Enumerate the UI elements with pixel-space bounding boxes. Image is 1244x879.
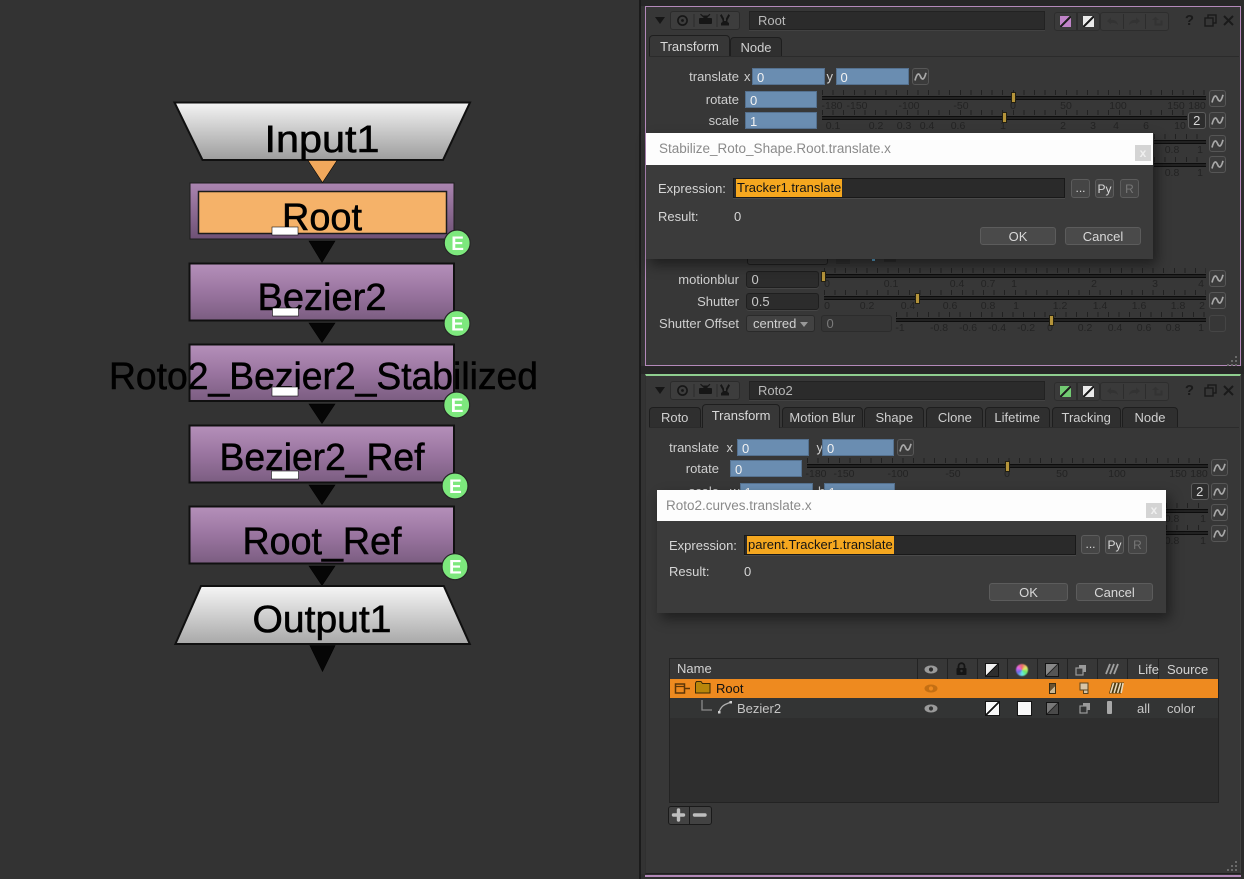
svg-text:Input1: Input1 — [265, 119, 380, 161]
svg-text:E: E — [451, 396, 464, 417]
svg-text:E: E — [449, 558, 462, 579]
svg-text:Roto2_Bezier2_Stabilized: Roto2_Bezier2_Stabilized — [109, 356, 538, 398]
svg-text:E: E — [451, 234, 464, 255]
svg-text:Root_Ref: Root_Ref — [243, 521, 402, 563]
svg-text:E: E — [449, 477, 462, 498]
svg-text:Output1: Output1 — [253, 599, 392, 641]
svg-text:E: E — [451, 314, 464, 335]
svg-text:Bezier2_Ref: Bezier2_Ref — [220, 437, 425, 479]
